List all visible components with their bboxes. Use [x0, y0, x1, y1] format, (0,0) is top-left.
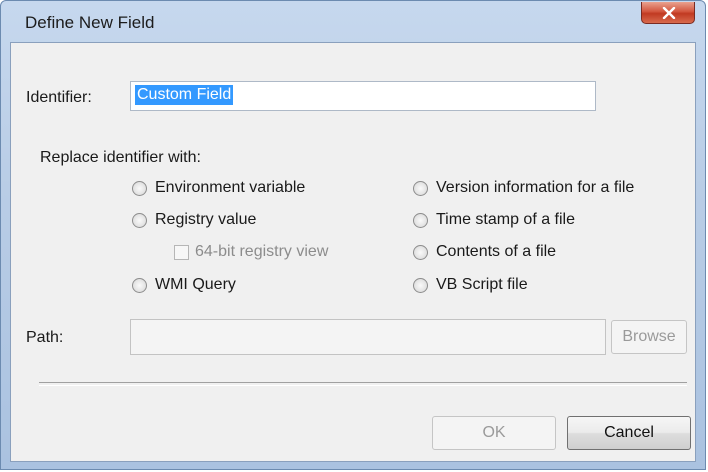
ok-button[interactable]: OK [432, 416, 556, 450]
separator [39, 382, 687, 386]
radio-button-icon[interactable] [132, 180, 147, 196]
radio-environment-variable[interactable]: Environment variable [132, 177, 305, 199]
radio-contents-of-file[interactable]: Contents of a file [413, 241, 556, 263]
close-button[interactable] [641, 2, 695, 24]
cancel-button[interactable]: Cancel [567, 416, 691, 450]
dialog-body: Identifier: Custom Field Replace identif… [10, 42, 696, 462]
radio-label: Version information for a file [436, 179, 635, 196]
checkbox-icon[interactable] [174, 244, 189, 260]
radio-button-icon[interactable] [132, 277, 147, 293]
radio-button-icon[interactable] [413, 212, 428, 228]
radio-wmi-query[interactable]: WMI Query [132, 274, 236, 296]
radio-button-icon[interactable] [413, 277, 428, 293]
checkbox-64bit-registry-view[interactable]: 64-bit registry view [174, 241, 328, 263]
radio-label: Time stamp of a file [436, 211, 576, 228]
replace-identifier-label: Replace identifier with: [40, 149, 201, 166]
dialog-window: Define New Field Identifier: Custom Fiel… [0, 0, 706, 470]
radio-version-information[interactable]: Version information for a file [413, 177, 634, 199]
radio-label: Registry value [155, 211, 257, 228]
checkbox-label: 64-bit registry view [195, 243, 329, 260]
radio-label: WMI Query [155, 276, 236, 293]
radio-label: Contents of a file [436, 243, 557, 260]
radio-button-icon[interactable] [132, 212, 147, 228]
browse-button[interactable]: Browse [611, 320, 687, 354]
radio-registry-value[interactable]: Registry value [132, 209, 256, 231]
identifier-input[interactable]: Custom Field [130, 81, 596, 111]
dialog-title: Define New Field [25, 13, 155, 32]
path-label: Path: [26, 329, 64, 346]
identifier-value: Custom Field [135, 85, 234, 105]
radio-label: VB Script file [436, 276, 528, 293]
radio-vb-script-file[interactable]: VB Script file [413, 274, 528, 296]
title-bar[interactable]: Define New Field [1, 1, 705, 41]
identifier-label: Identifier: [26, 89, 92, 106]
close-icon [662, 7, 676, 19]
radio-time-stamp[interactable]: Time stamp of a file [413, 209, 575, 231]
path-input[interactable] [130, 319, 606, 355]
radio-button-icon[interactable] [413, 244, 428, 260]
radio-button-icon[interactable] [413, 180, 428, 196]
radio-label: Environment variable [155, 179, 306, 196]
